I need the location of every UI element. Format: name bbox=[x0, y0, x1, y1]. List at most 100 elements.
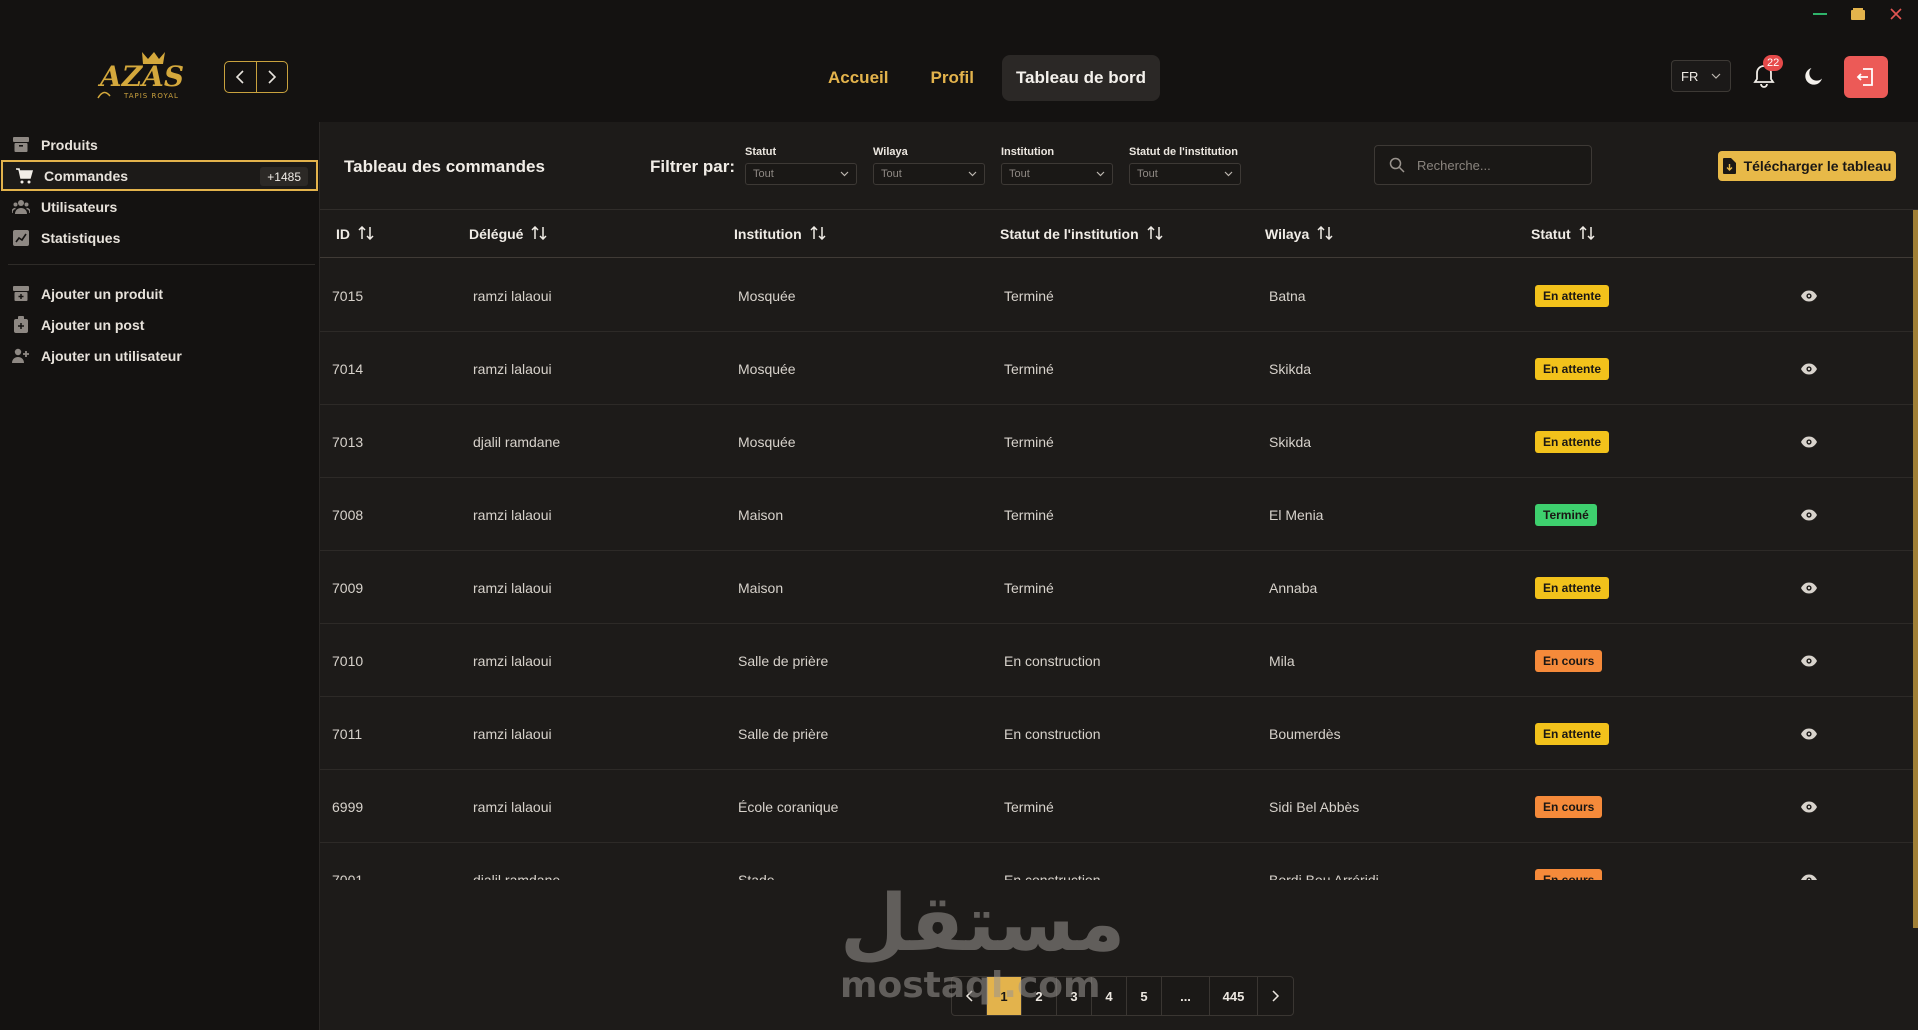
forward-button[interactable] bbox=[255, 62, 288, 92]
sidebar: Produits Commandes +1485 Utilisateurs St… bbox=[0, 122, 320, 1030]
sidebar-item-ajouter-produit[interactable]: Ajouter un produit bbox=[0, 278, 319, 309]
logo[interactable]: AZAS TAPIS ROYAL bbox=[94, 46, 194, 106]
column-header-statut-institution[interactable]: Statut de l'institution bbox=[1000, 210, 1163, 258]
table-row[interactable]: 7013 djalil ramdane Mosquée Terminé Skikda En… bbox=[320, 405, 1918, 478]
column-header-delegue[interactable]: Délégué bbox=[469, 210, 547, 258]
back-button[interactable] bbox=[225, 62, 256, 92]
cell-delegue: ramzi lalaoui bbox=[473, 579, 552, 596]
page-button[interactable]: 2 bbox=[1022, 977, 1057, 1015]
scrollbar-thumb[interactable] bbox=[1913, 210, 1918, 928]
view-button[interactable] bbox=[1800, 259, 1818, 332]
orders-panel: Tableau des commandes Filtrer par: Statu… bbox=[320, 122, 1918, 1030]
logout-button[interactable] bbox=[1844, 56, 1888, 98]
table-row[interactable]: 6999 ramzi lalaoui École coranique Terminé S… bbox=[320, 770, 1918, 843]
table-row[interactable]: 7009 ramzi lalaoui Maison Terminé Annaba En a… bbox=[320, 551, 1918, 624]
sidebar-item-commandes[interactable]: Commandes +1485 bbox=[1, 160, 318, 191]
view-button[interactable] bbox=[1800, 843, 1818, 880]
cell-statut-institution: En construction bbox=[1004, 871, 1101, 881]
page-button[interactable]: 1 bbox=[987, 977, 1022, 1015]
status-badge: En attente bbox=[1535, 430, 1610, 453]
chevron-left-icon bbox=[236, 70, 244, 84]
table-header: ID Délégué Institution Statut de l'insti… bbox=[320, 210, 1918, 258]
table-row[interactable]: 7008 ramzi lalaoui Maison Terminé El Menia Te… bbox=[320, 478, 1918, 551]
filter-wilaya-select[interactable]: Tout bbox=[873, 163, 985, 185]
column-header-wilaya[interactable]: Wilaya bbox=[1265, 210, 1333, 258]
filter-statut-institution-select[interactable]: Tout bbox=[1129, 163, 1241, 185]
column-label: Statut de l'institution bbox=[1000, 226, 1139, 242]
prev-page-button[interactable] bbox=[952, 977, 987, 1015]
next-page-button[interactable] bbox=[1258, 977, 1293, 1015]
sidebar-item-label: Ajouter un post bbox=[41, 316, 145, 333]
cell-wilaya: Bordj Bou Arréridj bbox=[1269, 871, 1379, 881]
view-button[interactable] bbox=[1800, 770, 1818, 843]
download-label: Télécharger le tableau bbox=[1743, 158, 1892, 174]
table-row[interactable]: 7010 ramzi lalaoui Salle de prière En const… bbox=[320, 624, 1918, 697]
filter-value: Tout bbox=[881, 168, 902, 180]
filter-by-label: Filtrer par: bbox=[650, 157, 736, 176]
column-label: Statut bbox=[1531, 226, 1571, 242]
cell-statut-institution: Terminé bbox=[1004, 506, 1054, 523]
box-add-icon bbox=[12, 285, 30, 303]
archive-icon bbox=[12, 136, 30, 154]
status-badge: En cours bbox=[1535, 649, 1603, 672]
cell-statut: En attente bbox=[1535, 332, 1610, 405]
view-button[interactable] bbox=[1800, 551, 1818, 624]
download-table-button[interactable]: Télécharger le tableau bbox=[1718, 151, 1896, 181]
table-row[interactable]: 7015 ramzi lalaoui Mosquée Terminé Batna En a… bbox=[320, 259, 1918, 332]
search-input[interactable]: Recherche... bbox=[1374, 145, 1592, 185]
filter-label: Statut de l'institution bbox=[1129, 146, 1238, 158]
view-button[interactable] bbox=[1800, 332, 1818, 405]
sidebar-item-produits[interactable]: Produits bbox=[0, 129, 319, 160]
view-button[interactable] bbox=[1800, 624, 1818, 697]
sidebar-item-statistiques[interactable]: Statistiques bbox=[0, 222, 319, 253]
moon-icon bbox=[1805, 68, 1822, 85]
column-label: Wilaya bbox=[1265, 226, 1310, 242]
page-button[interactable]: 3 bbox=[1057, 977, 1092, 1015]
column-header-institution[interactable]: Institution bbox=[734, 210, 826, 258]
notification-count-badge: 22 bbox=[1763, 55, 1784, 71]
cell-statut-institution: En construction bbox=[1004, 652, 1101, 669]
filter-statut-select[interactable]: Tout bbox=[745, 163, 857, 185]
eye-icon bbox=[1801, 436, 1817, 447]
page-button[interactable]: 445 bbox=[1210, 977, 1258, 1015]
sidebar-item-ajouter-post[interactable]: Ajouter un post bbox=[0, 309, 319, 340]
status-badge: En cours bbox=[1535, 795, 1603, 818]
sort-icon bbox=[358, 225, 374, 243]
cell-institution: École coranique bbox=[738, 798, 839, 815]
theme-toggle[interactable] bbox=[1802, 64, 1826, 88]
cell-wilaya: El Menia bbox=[1269, 506, 1324, 523]
chevron-down-icon bbox=[840, 171, 849, 177]
view-button[interactable] bbox=[1800, 697, 1818, 770]
page-button[interactable]: 5 bbox=[1127, 977, 1162, 1015]
cell-delegue: ramzi lalaoui bbox=[473, 652, 552, 669]
chevron-down-icon bbox=[1711, 73, 1721, 79]
sidebar-item-utilisateurs[interactable]: Utilisateurs bbox=[0, 191, 319, 222]
view-button[interactable] bbox=[1800, 478, 1818, 551]
cell-statut-institution: Terminé bbox=[1004, 579, 1054, 596]
column-header-statut[interactable]: Statut bbox=[1531, 210, 1595, 258]
sidebar-item-ajouter-utilisateur[interactable]: Ajouter un utilisateur bbox=[0, 340, 319, 371]
cell-delegue: ramzi lalaoui bbox=[473, 287, 552, 304]
nav-accueil[interactable]: Accueil bbox=[814, 55, 902, 101]
post-add-icon bbox=[12, 316, 30, 334]
table-row[interactable]: 7014 ramzi lalaoui Mosquée Terminé Skikda En … bbox=[320, 332, 1918, 405]
cell-statut-institution: Terminé bbox=[1004, 798, 1054, 815]
table-row[interactable]: 7001 djalil ramdane Stade En construction Bo… bbox=[320, 843, 1918, 880]
view-button[interactable] bbox=[1800, 405, 1818, 478]
filter-institution-select[interactable]: Tout bbox=[1001, 163, 1113, 185]
sidebar-item-label: Utilisateurs bbox=[41, 198, 118, 215]
nav-tableau-de-bord[interactable]: Tableau de bord bbox=[1001, 55, 1160, 101]
column-header-id[interactable]: ID bbox=[336, 210, 374, 258]
nav-profil[interactable]: Profil bbox=[916, 55, 987, 101]
table-row[interactable]: 7011 ramzi lalaoui Salle de prière En const… bbox=[320, 697, 1918, 770]
language-select[interactable]: FR bbox=[1671, 60, 1731, 92]
chevron-down-icon bbox=[1096, 171, 1105, 177]
sort-icon bbox=[1147, 225, 1163, 243]
sidebar-divider bbox=[8, 264, 315, 265]
sort-icon bbox=[531, 225, 547, 243]
cell-id: 7010 bbox=[332, 652, 364, 669]
page-button[interactable]: 4 bbox=[1092, 977, 1127, 1015]
sidebar-item-label: Ajouter un produit bbox=[41, 285, 164, 302]
cell-wilaya: Annaba bbox=[1269, 579, 1318, 596]
page-ellipsis[interactable]: ... bbox=[1162, 977, 1210, 1015]
